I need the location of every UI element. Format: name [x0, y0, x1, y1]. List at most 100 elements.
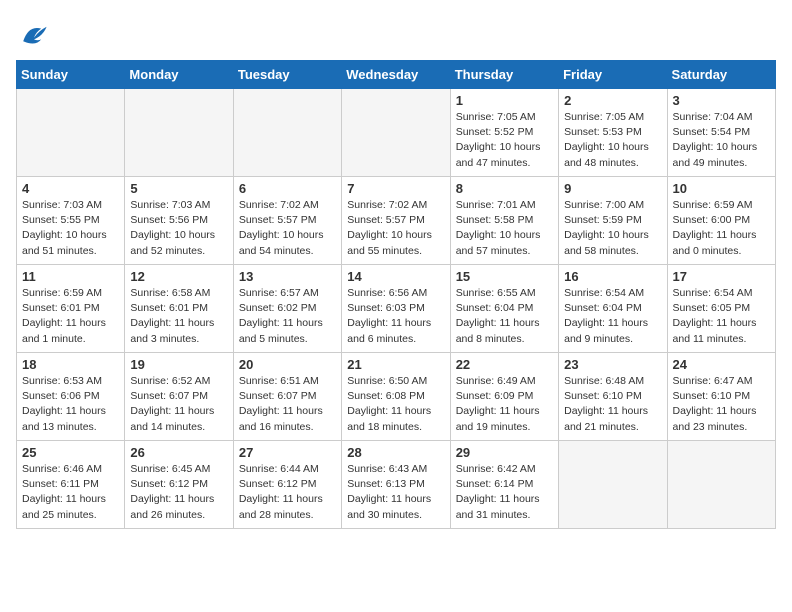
- calendar-cell: 28 Sunrise: 6:43 AM Sunset: 6:13 PM Dayli…: [342, 441, 450, 529]
- calendar-cell: 17 Sunrise: 6:54 AM Sunset: 6:05 PM Dayli…: [667, 265, 775, 353]
- day-number: 23: [564, 357, 661, 372]
- day-info: Sunrise: 6:52 AM Sunset: 6:07 PM Dayligh…: [130, 374, 227, 435]
- calendar-cell: 7 Sunrise: 7:02 AM Sunset: 5:57 PM Daylig…: [342, 177, 450, 265]
- day-number: 16: [564, 269, 661, 284]
- calendar-cell: [342, 89, 450, 177]
- calendar-cell: 2 Sunrise: 7:05 AM Sunset: 5:53 PM Daylig…: [559, 89, 667, 177]
- weekday-header-thursday: Thursday: [450, 61, 558, 89]
- day-number: 21: [347, 357, 444, 372]
- day-number: 14: [347, 269, 444, 284]
- day-info: Sunrise: 6:56 AM Sunset: 6:03 PM Dayligh…: [347, 286, 444, 347]
- day-info: Sunrise: 6:46 AM Sunset: 6:11 PM Dayligh…: [22, 462, 119, 523]
- calendar-cell: 5 Sunrise: 7:03 AM Sunset: 5:56 PM Daylig…: [125, 177, 233, 265]
- day-number: 11: [22, 269, 119, 284]
- weekday-header-tuesday: Tuesday: [233, 61, 341, 89]
- day-number: 17: [673, 269, 770, 284]
- calendar-cell: [233, 89, 341, 177]
- header: [16, 16, 776, 52]
- day-info: Sunrise: 6:55 AM Sunset: 6:04 PM Dayligh…: [456, 286, 553, 347]
- day-number: 26: [130, 445, 227, 460]
- day-info: Sunrise: 7:04 AM Sunset: 5:54 PM Dayligh…: [673, 110, 770, 171]
- calendar-cell: 14 Sunrise: 6:56 AM Sunset: 6:03 PM Dayli…: [342, 265, 450, 353]
- day-number: 3: [673, 93, 770, 108]
- day-number: 24: [673, 357, 770, 372]
- weekday-header-friday: Friday: [559, 61, 667, 89]
- calendar-cell: [559, 441, 667, 529]
- day-info: Sunrise: 6:44 AM Sunset: 6:12 PM Dayligh…: [239, 462, 336, 523]
- day-number: 9: [564, 181, 661, 196]
- day-number: 10: [673, 181, 770, 196]
- day-number: 8: [456, 181, 553, 196]
- calendar-cell: 22 Sunrise: 6:49 AM Sunset: 6:09 PM Dayli…: [450, 353, 558, 441]
- day-info: Sunrise: 6:48 AM Sunset: 6:10 PM Dayligh…: [564, 374, 661, 435]
- day-number: 15: [456, 269, 553, 284]
- day-info: Sunrise: 6:51 AM Sunset: 6:07 PM Dayligh…: [239, 374, 336, 435]
- calendar-cell: 6 Sunrise: 7:02 AM Sunset: 5:57 PM Daylig…: [233, 177, 341, 265]
- day-info: Sunrise: 6:53 AM Sunset: 6:06 PM Dayligh…: [22, 374, 119, 435]
- calendar-cell: 24 Sunrise: 6:47 AM Sunset: 6:10 PM Dayli…: [667, 353, 775, 441]
- calendar-cell: 29 Sunrise: 6:42 AM Sunset: 6:14 PM Dayli…: [450, 441, 558, 529]
- day-info: Sunrise: 6:57 AM Sunset: 6:02 PM Dayligh…: [239, 286, 336, 347]
- day-number: 29: [456, 445, 553, 460]
- weekday-header-sunday: Sunday: [17, 61, 125, 89]
- day-number: 4: [22, 181, 119, 196]
- weekday-header-wednesday: Wednesday: [342, 61, 450, 89]
- calendar-cell: 9 Sunrise: 7:00 AM Sunset: 5:59 PM Daylig…: [559, 177, 667, 265]
- day-number: 27: [239, 445, 336, 460]
- calendar-table: SundayMondayTuesdayWednesdayThursdayFrid…: [16, 60, 776, 529]
- calendar-cell: 26 Sunrise: 6:45 AM Sunset: 6:12 PM Dayli…: [125, 441, 233, 529]
- logo: [16, 16, 56, 52]
- calendar-cell: 1 Sunrise: 7:05 AM Sunset: 5:52 PM Daylig…: [450, 89, 558, 177]
- calendar-cell: [125, 89, 233, 177]
- weekday-header-saturday: Saturday: [667, 61, 775, 89]
- day-info: Sunrise: 6:54 AM Sunset: 6:05 PM Dayligh…: [673, 286, 770, 347]
- calendar-cell: 11 Sunrise: 6:59 AM Sunset: 6:01 PM Dayli…: [17, 265, 125, 353]
- day-number: 13: [239, 269, 336, 284]
- day-info: Sunrise: 6:42 AM Sunset: 6:14 PM Dayligh…: [456, 462, 553, 523]
- logo-icon: [16, 16, 52, 52]
- day-info: Sunrise: 7:02 AM Sunset: 5:57 PM Dayligh…: [239, 198, 336, 259]
- calendar-cell: [667, 441, 775, 529]
- day-number: 7: [347, 181, 444, 196]
- day-info: Sunrise: 6:50 AM Sunset: 6:08 PM Dayligh…: [347, 374, 444, 435]
- calendar-cell: 16 Sunrise: 6:54 AM Sunset: 6:04 PM Dayli…: [559, 265, 667, 353]
- day-info: Sunrise: 7:05 AM Sunset: 5:53 PM Dayligh…: [564, 110, 661, 171]
- day-number: 20: [239, 357, 336, 372]
- day-number: 5: [130, 181, 227, 196]
- day-info: Sunrise: 7:05 AM Sunset: 5:52 PM Dayligh…: [456, 110, 553, 171]
- day-number: 6: [239, 181, 336, 196]
- calendar-cell: 15 Sunrise: 6:55 AM Sunset: 6:04 PM Dayli…: [450, 265, 558, 353]
- calendar-cell: 3 Sunrise: 7:04 AM Sunset: 5:54 PM Daylig…: [667, 89, 775, 177]
- calendar-cell: 12 Sunrise: 6:58 AM Sunset: 6:01 PM Dayli…: [125, 265, 233, 353]
- calendar-cell: 13 Sunrise: 6:57 AM Sunset: 6:02 PM Dayli…: [233, 265, 341, 353]
- calendar-cell: 23 Sunrise: 6:48 AM Sunset: 6:10 PM Dayli…: [559, 353, 667, 441]
- calendar-cell: 10 Sunrise: 6:59 AM Sunset: 6:00 PM Dayli…: [667, 177, 775, 265]
- weekday-header-monday: Monday: [125, 61, 233, 89]
- day-info: Sunrise: 7:03 AM Sunset: 5:55 PM Dayligh…: [22, 198, 119, 259]
- day-info: Sunrise: 6:54 AM Sunset: 6:04 PM Dayligh…: [564, 286, 661, 347]
- day-info: Sunrise: 6:58 AM Sunset: 6:01 PM Dayligh…: [130, 286, 227, 347]
- day-number: 25: [22, 445, 119, 460]
- day-number: 22: [456, 357, 553, 372]
- day-number: 1: [456, 93, 553, 108]
- day-info: Sunrise: 6:45 AM Sunset: 6:12 PM Dayligh…: [130, 462, 227, 523]
- day-info: Sunrise: 6:47 AM Sunset: 6:10 PM Dayligh…: [673, 374, 770, 435]
- day-info: Sunrise: 6:43 AM Sunset: 6:13 PM Dayligh…: [347, 462, 444, 523]
- day-number: 28: [347, 445, 444, 460]
- calendar-cell: 25 Sunrise: 6:46 AM Sunset: 6:11 PM Dayli…: [17, 441, 125, 529]
- calendar-cell: 8Sunrise: 7:01 AM Sunset: 5:58 PM Daylig…: [450, 177, 558, 265]
- day-number: 19: [130, 357, 227, 372]
- calendar-cell: 20 Sunrise: 6:51 AM Sunset: 6:07 PM Dayli…: [233, 353, 341, 441]
- day-info: Sunrise: 7:03 AM Sunset: 5:56 PM Dayligh…: [130, 198, 227, 259]
- day-number: 18: [22, 357, 119, 372]
- day-info: Sunrise: 7:02 AM Sunset: 5:57 PM Dayligh…: [347, 198, 444, 259]
- day-info: Sunrise: 6:49 AM Sunset: 6:09 PM Dayligh…: [456, 374, 553, 435]
- calendar-cell: 4 Sunrise: 7:03 AM Sunset: 5:55 PM Daylig…: [17, 177, 125, 265]
- day-number: 2: [564, 93, 661, 108]
- calendar-cell: 18 Sunrise: 6:53 AM Sunset: 6:06 PM Dayli…: [17, 353, 125, 441]
- day-info: Sunrise: 6:59 AM Sunset: 6:00 PM Dayligh…: [673, 198, 770, 259]
- day-info: Sunrise: 6:59 AM Sunset: 6:01 PM Dayligh…: [22, 286, 119, 347]
- calendar-cell: 21 Sunrise: 6:50 AM Sunset: 6:08 PM Dayli…: [342, 353, 450, 441]
- day-info: Sunrise: 7:00 AM Sunset: 5:59 PM Dayligh…: [564, 198, 661, 259]
- day-number: 12: [130, 269, 227, 284]
